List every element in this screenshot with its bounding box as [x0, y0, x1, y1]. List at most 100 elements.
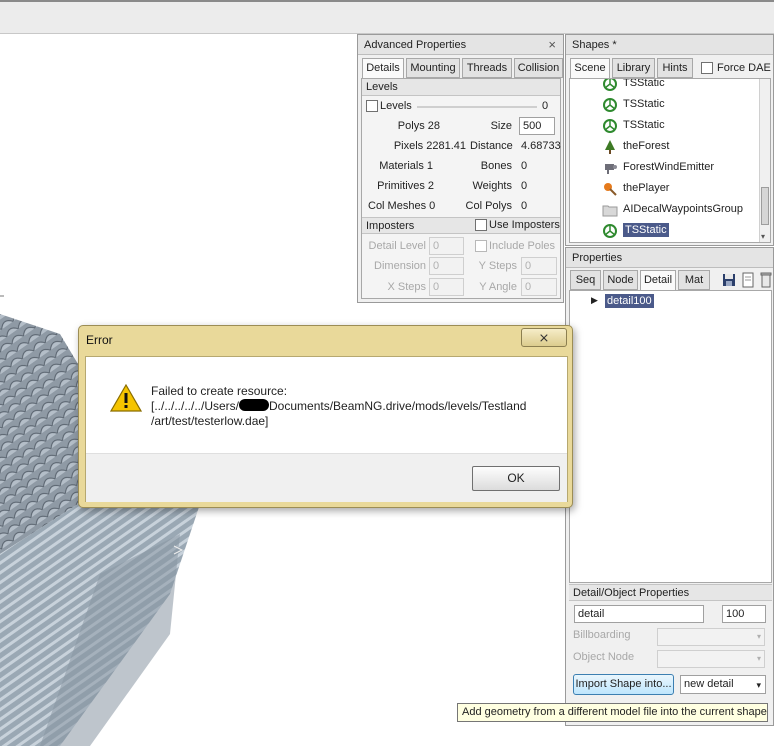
list-item-selected[interactable]: TSStatic: [570, 220, 760, 241]
shapes-panel: Shapes * Scene Library Hints Force DAE T…: [565, 34, 774, 246]
list-item-label: TSStatic: [623, 78, 665, 89]
tab-library[interactable]: Library: [612, 58, 655, 78]
detail-name-input[interactable]: detail: [574, 605, 704, 623]
list-item[interactable]: TSStatic: [570, 94, 760, 115]
tab-mat[interactable]: Mat: [678, 270, 710, 290]
scene-tree-items: TSStatic TSStatic TSStatic theForest For…: [570, 78, 760, 242]
x-steps-input[interactable]: 0: [429, 278, 464, 296]
list-item[interactable]: thePlayer: [570, 178, 760, 199]
import-shape-button[interactable]: Import Shape into...: [573, 674, 674, 695]
list-item-label: theForest: [623, 140, 670, 152]
y-angle-label: Y Angle: [479, 281, 517, 293]
include-poles-label: Include Poles: [489, 240, 556, 252]
close-icon[interactable]: ⨯: [521, 328, 567, 347]
scrollbar-thumb[interactable]: [761, 187, 769, 225]
chevron-down-icon: ▾: [756, 654, 761, 663]
error-message-line2: [../../../../../Users/Documents/BeamNG.d…: [151, 399, 526, 413]
detail-size-input[interactable]: 100: [722, 605, 766, 623]
list-item[interactable]: ForestWindEmitter: [570, 157, 760, 178]
tab-details[interactable]: Details: [362, 58, 404, 79]
object-node-select[interactable]: ▾: [657, 650, 765, 668]
error-dialog-footer: OK: [86, 453, 567, 502]
warning-icon: [110, 384, 142, 412]
trash-icon[interactable]: [759, 272, 773, 288]
object-node-label: Object Node: [573, 651, 635, 663]
force-dae-checkbox[interactable]: [701, 62, 713, 74]
error-message-line3: /art/test/testerlow.dae]: [151, 414, 269, 428]
new-detail-value: new detail: [684, 678, 734, 690]
properties-panel: Properties Seq Node Detail Mat ▶ detail1…: [565, 247, 774, 726]
list-item-label: ForestWindEmitter: [623, 161, 715, 173]
editor-toolbar: [0, 0, 774, 34]
y-angle-input[interactable]: 0: [521, 278, 557, 296]
import-shape-tooltip: Add geometry from a different model file…: [457, 703, 768, 722]
tsstatic-icon: [603, 98, 617, 112]
close-icon[interactable]: ×: [548, 35, 556, 55]
shapes-tabs: Scene Library Hints Force DAE: [569, 58, 773, 80]
list-item[interactable]: TSStatic: [570, 115, 760, 136]
advanced-properties-title: Advanced Properties ×: [358, 35, 563, 55]
error-message-line1: Failed to create resource:: [151, 384, 288, 398]
properties-title: Properties: [566, 248, 773, 268]
advanced-tabs: Details Mounting Threads Collision: [361, 58, 563, 80]
levels-checkbox[interactable]: [366, 100, 378, 112]
list-item-label: TSStatic: [623, 119, 665, 131]
scene-tree-scrollbar[interactable]: ▾: [759, 79, 770, 242]
list-item-label: thePlayer: [623, 182, 670, 194]
folder-icon: [602, 205, 618, 217]
tab-mounting[interactable]: Mounting: [406, 58, 460, 78]
tab-collision[interactable]: Collision: [514, 58, 563, 78]
bones-value: 0: [521, 160, 528, 172]
list-item[interactable]: TSStatic: [570, 78, 760, 94]
tree-item-detail100[interactable]: detail100: [605, 294, 654, 308]
tab-node[interactable]: Node: [603, 270, 638, 290]
chevron-down-icon: ▾: [756, 680, 761, 690]
new-document-icon[interactable]: [741, 272, 755, 288]
new-detail-select[interactable]: new detail ▾: [680, 675, 766, 694]
scroll-down-icon[interactable]: ▾: [761, 232, 765, 241]
y-steps-input[interactable]: 0: [521, 257, 557, 275]
billboarding-label: Billboarding: [573, 629, 631, 641]
error-message-path-end: Documents/BeamNG.drive/mods/levels/Testl…: [269, 399, 527, 413]
error-dialog-body: Failed to create resource: [../../../../…: [85, 356, 568, 502]
distance-label: Distance: [470, 140, 513, 152]
imposters-label: Imposters: [366, 220, 415, 232]
tab-scene[interactable]: Scene: [570, 58, 610, 79]
levels-section-header: Levels: [362, 79, 560, 96]
pixels-label: Pixels 2281.41: [393, 140, 466, 152]
size-input[interactable]: 500: [519, 117, 555, 135]
colpolys-label: Col Polys: [465, 200, 512, 212]
tab-seq[interactable]: Seq: [570, 270, 601, 290]
list-item[interactable]: AIDecalWaypointsGroup: [570, 199, 760, 220]
colpolys-value: 0: [521, 200, 528, 212]
error-message-path-start: [../../../../../Users/: [151, 399, 240, 413]
tree-icon: [605, 140, 615, 154]
redaction-mark: [239, 399, 270, 411]
dimension-input[interactable]: 0: [429, 257, 464, 275]
x-steps-label: X Steps: [387, 281, 426, 293]
use-imposters-label: Use Imposters: [489, 219, 560, 231]
advanced-properties-title-text: Advanced Properties: [364, 39, 467, 51]
use-imposters-checkbox[interactable]: [475, 219, 487, 231]
details-tab-content: Levels Levels 0 Polys 28 Size 500 Pixels…: [361, 78, 561, 299]
advanced-properties-panel: Advanced Properties × Details Mounting T…: [357, 34, 564, 303]
scene-tree[interactable]: TSStatic TSStatic TSStatic theForest For…: [569, 78, 771, 243]
include-poles-checkbox[interactable]: [475, 240, 487, 252]
detail-tree[interactable]: ▶ detail100: [569, 290, 772, 583]
properties-tabs: Seq Node Detail Mat: [569, 270, 773, 292]
tab-detail[interactable]: Detail: [640, 270, 676, 291]
dimension-label: Dimension: [374, 260, 426, 272]
detail-object-section-header: Detail/Object Properties: [569, 584, 772, 601]
levels-slider[interactable]: [417, 106, 537, 108]
ok-button[interactable]: OK: [472, 466, 560, 491]
expand-arrow-icon[interactable]: ▶: [591, 295, 598, 306]
save-icon[interactable]: [721, 272, 737, 288]
bones-label: Bones: [480, 160, 512, 172]
tab-hints[interactable]: Hints: [657, 58, 693, 78]
force-dae-label: Force DAE: [717, 62, 771, 74]
list-item[interactable]: theForest: [570, 136, 760, 157]
materials-label: Materials 1: [379, 160, 433, 172]
billboarding-select[interactable]: ▾: [657, 628, 765, 646]
detail-level-input[interactable]: 0: [429, 237, 464, 255]
tab-threads[interactable]: Threads: [462, 58, 512, 78]
